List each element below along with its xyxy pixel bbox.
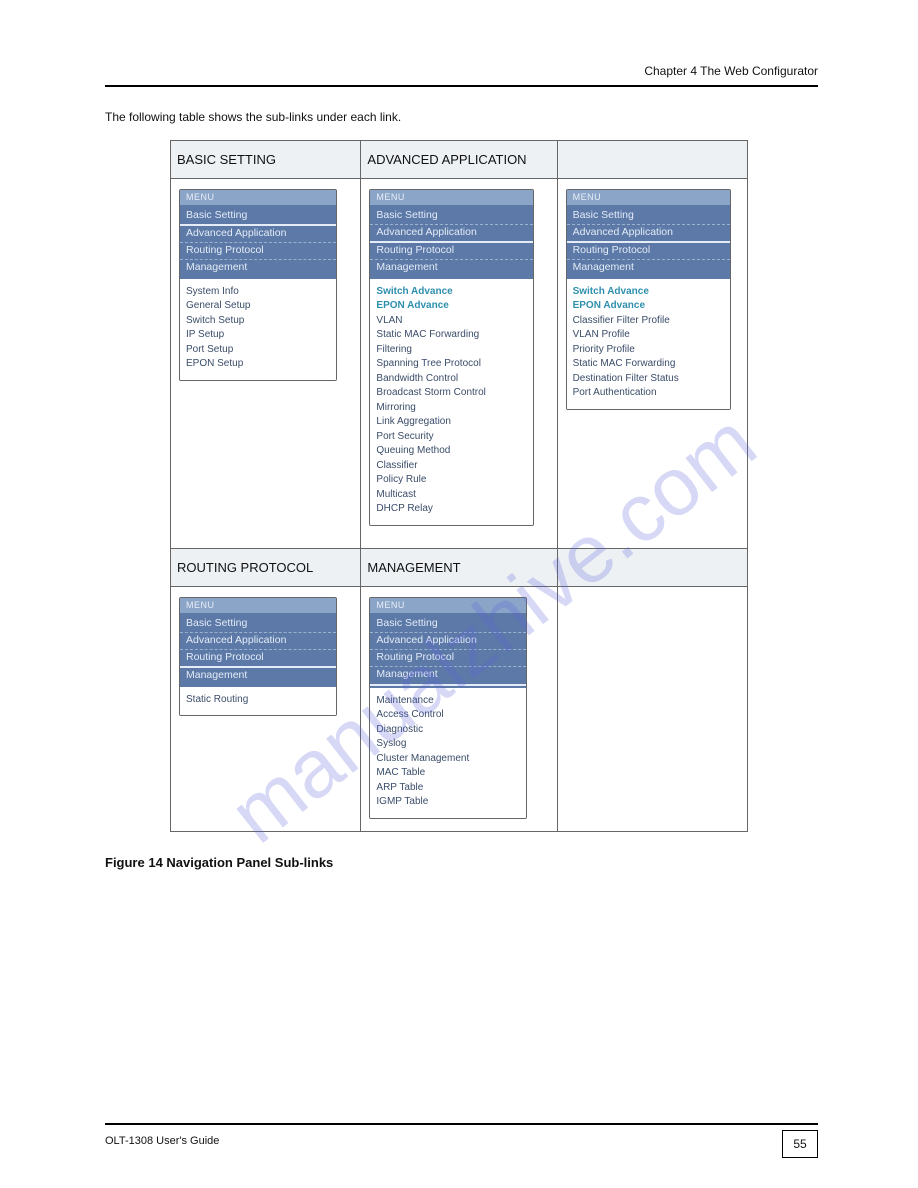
- sub-maintenance[interactable]: Maintenance: [376, 694, 520, 709]
- sub-priority-profile[interactable]: Priority Profile: [573, 343, 724, 358]
- nav-advanced-application[interactable]: Advanced Application: [180, 633, 336, 650]
- nav-routing-protocol[interactable]: Routing Protocol: [180, 650, 336, 668]
- nav-routing-protocol[interactable]: Routing Protocol: [567, 243, 730, 260]
- management-panel: MENU Basic Setting Advanced Application …: [369, 597, 527, 819]
- th-management: MANAGEMENT: [361, 549, 557, 587]
- nav-basic-setting[interactable]: Basic Setting: [567, 208, 730, 225]
- sub-spanning-tree[interactable]: Spanning Tree Protocol: [376, 357, 527, 372]
- basic-setting-panel: MENU Basic Setting Advanced Application …: [179, 189, 337, 381]
- sub-arp-table[interactable]: ARP Table: [376, 781, 520, 796]
- adv-switch-panel: MENU Basic Setting Advanced Application …: [369, 189, 534, 526]
- sub-mac-table[interactable]: MAC Table: [376, 766, 520, 781]
- sub-switch-setup[interactable]: Switch Setup: [186, 314, 330, 329]
- sub-static-mac-forwarding[interactable]: Static MAC Forwarding: [376, 328, 527, 343]
- nav-basic-setting[interactable]: Basic Setting: [180, 208, 336, 226]
- sub-static-mac-forwarding[interactable]: Static MAC Forwarding: [573, 357, 724, 372]
- intro-paragraph: The following table shows the sub-links …: [105, 110, 401, 124]
- nav-group: Basic Setting Advanced Application Routi…: [180, 206, 336, 279]
- sub-epon-setup[interactable]: EPON Setup: [186, 357, 330, 372]
- bottom-rule: [105, 1123, 818, 1125]
- menu-tab: MENU: [180, 598, 336, 614]
- footer-guide-title: OLT-1308 User's Guide: [105, 1135, 219, 1147]
- nav-basic-setting[interactable]: Basic Setting: [370, 616, 526, 633]
- sub-vlan[interactable]: VLAN: [376, 314, 527, 329]
- th-advanced-application: ADVANCED APPLICATION: [361, 141, 557, 179]
- nav-management[interactable]: Management: [180, 260, 336, 276]
- subhead-switch-advance[interactable]: Switch Advance: [573, 285, 724, 300]
- nav-group: Basic Setting Advanced Application Routi…: [567, 206, 730, 279]
- table-header-row-2: ROUTING PROTOCOL MANAGEMENT: [171, 549, 748, 587]
- sub-bandwidth-control[interactable]: Bandwidth Control: [376, 372, 527, 387]
- routing-panel: MENU Basic Setting Advanced Application …: [179, 597, 337, 716]
- sub-vlan-profile[interactable]: VLAN Profile: [573, 328, 724, 343]
- subhead-epon-advance[interactable]: EPON Advance: [376, 299, 527, 314]
- sub-port-security[interactable]: Port Security: [376, 430, 527, 445]
- th-basic-setting: BASIC SETTING: [171, 141, 361, 179]
- sub-destination-filter-status[interactable]: Destination Filter Status: [573, 372, 724, 387]
- sub-queuing-method[interactable]: Queuing Method: [376, 444, 527, 459]
- routing-sublist: Static Routing: [180, 687, 336, 716]
- sub-classifier[interactable]: Classifier: [376, 459, 527, 474]
- table-body-row-2: MENU Basic Setting Advanced Application …: [171, 587, 748, 832]
- sub-syslog[interactable]: Syslog: [376, 737, 520, 752]
- sub-cluster-management[interactable]: Cluster Management: [376, 752, 520, 767]
- sub-diagnostic[interactable]: Diagnostic: [376, 723, 520, 738]
- nav-basic-setting[interactable]: Basic Setting: [180, 616, 336, 633]
- nav-routing-protocol[interactable]: Routing Protocol: [180, 243, 336, 260]
- nav-management[interactable]: Management: [180, 668, 336, 684]
- sub-ip-setup[interactable]: IP Setup: [186, 328, 330, 343]
- nav-advanced-application[interactable]: Advanced Application: [567, 225, 730, 243]
- nav-advanced-application[interactable]: Advanced Application: [370, 633, 526, 650]
- menu-tab: MENU: [370, 190, 533, 206]
- menu-tab: MENU: [567, 190, 730, 206]
- navigation-panels-table: BASIC SETTING ADVANCED APPLICATION MENU …: [170, 140, 748, 832]
- nav-group: Basic Setting Advanced Application Routi…: [370, 206, 533, 279]
- sub-policy-rule[interactable]: Policy Rule: [376, 473, 527, 488]
- nav-management[interactable]: Management: [370, 667, 526, 685]
- nav-advanced-application[interactable]: Advanced Application: [180, 226, 336, 243]
- sub-static-routing[interactable]: Static Routing: [186, 693, 330, 708]
- sub-link-aggregation[interactable]: Link Aggregation: [376, 415, 527, 430]
- sub-access-control[interactable]: Access Control: [376, 708, 520, 723]
- nav-management[interactable]: Management: [567, 260, 730, 276]
- table-header-row-1: BASIC SETTING ADVANCED APPLICATION: [171, 141, 748, 179]
- sub-broadcast-storm[interactable]: Broadcast Storm Control: [376, 386, 527, 401]
- figure-label: Figure 14 Navigation Panel Sub-links: [105, 855, 333, 870]
- sub-multicast[interactable]: Multicast: [376, 488, 527, 503]
- th-empty2: [557, 549, 747, 587]
- adv-switch-sublist: Switch Advance EPON Advance VLAN Static …: [370, 279, 533, 525]
- nav-advanced-application[interactable]: Advanced Application: [370, 225, 533, 243]
- sub-classifier-filter-profile[interactable]: Classifier Filter Profile: [573, 314, 724, 329]
- basic-sublist: System Info General Setup Switch Setup I…: [180, 279, 336, 380]
- adv-epon-panel: MENU Basic Setting Advanced Application …: [566, 189, 731, 410]
- th-empty1: [557, 141, 747, 179]
- subhead-switch-advance[interactable]: Switch Advance: [376, 285, 527, 300]
- nav-routing-protocol[interactable]: Routing Protocol: [370, 243, 533, 260]
- adv-epon-sublist: Switch Advance EPON Advance Classifier F…: [567, 279, 730, 409]
- sub-general-setup[interactable]: General Setup: [186, 299, 330, 314]
- table-body-row-1: MENU Basic Setting Advanced Application …: [171, 179, 748, 549]
- sub-port-setup[interactable]: Port Setup: [186, 343, 330, 358]
- sub-mirroring[interactable]: Mirroring: [376, 401, 527, 416]
- nav-group: Basic Setting Advanced Application Routi…: [180, 614, 336, 687]
- sub-igmp-table[interactable]: IGMP Table: [376, 795, 520, 810]
- subhead-epon-advance[interactable]: EPON Advance: [573, 299, 724, 314]
- nav-routing-protocol[interactable]: Routing Protocol: [370, 650, 526, 667]
- management-sublist: Maintenance Access Control Diagnostic Sy…: [370, 688, 526, 818]
- sub-filtering[interactable]: Filtering: [376, 343, 527, 358]
- menu-tab: MENU: [180, 190, 336, 206]
- th-routing-protocol: ROUTING PROTOCOL: [171, 549, 361, 587]
- figure-caption: Figure 14 Navigation Panel Sub-links: [105, 855, 333, 870]
- top-rule: [105, 85, 818, 87]
- sub-dhcp-relay[interactable]: DHCP Relay: [376, 502, 527, 517]
- sub-port-authentication[interactable]: Port Authentication: [573, 386, 724, 401]
- nav-group: Basic Setting Advanced Application Routi…: [370, 614, 526, 688]
- chapter-heading: Chapter 4 The Web Configurator: [644, 64, 818, 78]
- sub-system-info[interactable]: System Info: [186, 285, 330, 300]
- nav-basic-setting[interactable]: Basic Setting: [370, 208, 533, 225]
- page-number: 55: [782, 1130, 818, 1158]
- nav-management[interactable]: Management: [370, 260, 533, 276]
- menu-tab: MENU: [370, 598, 526, 614]
